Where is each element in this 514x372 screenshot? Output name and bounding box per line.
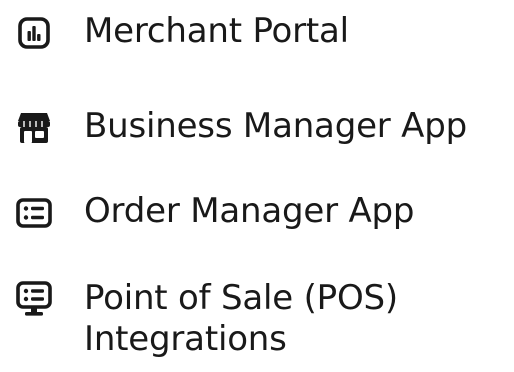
pos-terminal-icon — [14, 280, 54, 320]
menu-item-label: Point of Sale (POS) Integrations — [84, 278, 398, 359]
list-card-icon — [14, 193, 54, 233]
menu-item-merchant-portal[interactable]: Merchant Portal — [14, 11, 349, 53]
menu-item-label: Merchant Portal — [84, 11, 349, 51]
menu-item-business-manager-app[interactable]: Business Manager App — [14, 106, 467, 148]
menu-item-pos-integrations[interactable]: Point of Sale (POS) Integrations — [14, 278, 398, 360]
menu-item-order-manager-app[interactable]: Order Manager App — [14, 191, 414, 233]
menu-item-label: Business Manager App — [84, 106, 467, 146]
chart-square-icon — [14, 13, 54, 53]
storefront-icon — [14, 108, 54, 148]
menu-list: Merchant Portal Business Manager App Ord… — [0, 0, 514, 372]
menu-item-label: Order Manager App — [84, 191, 415, 231]
